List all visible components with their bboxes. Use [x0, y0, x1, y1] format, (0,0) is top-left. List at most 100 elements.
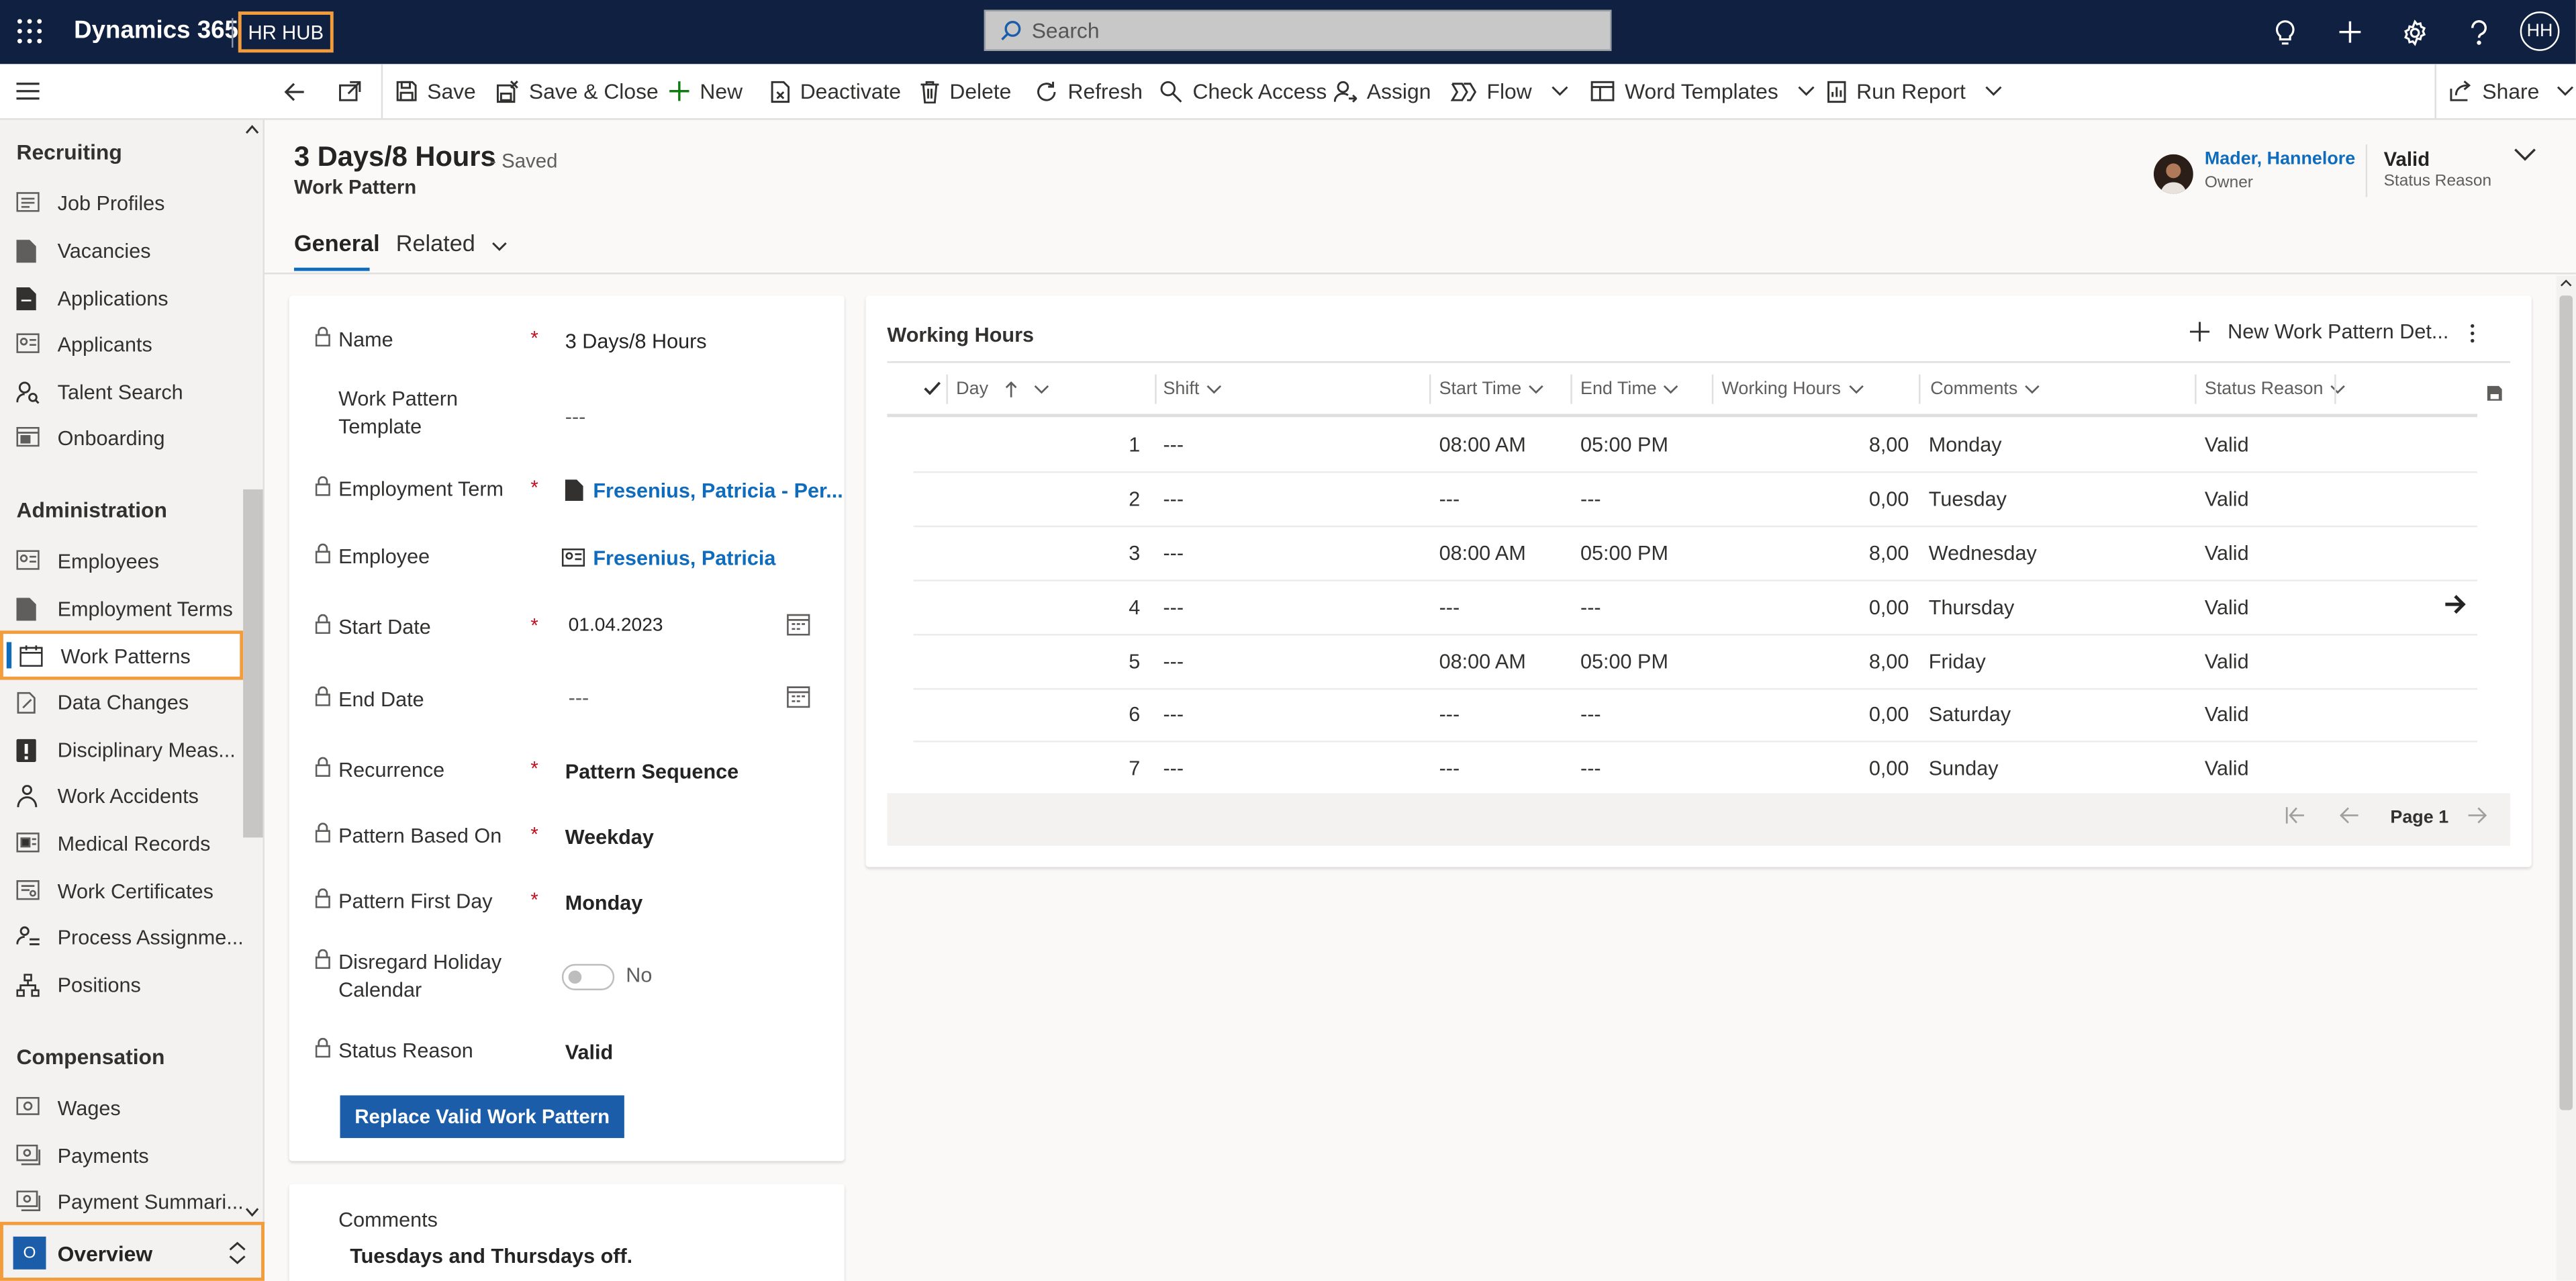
open-new-window-button[interactable] — [338, 64, 371, 118]
column-header-status-reason[interactable]: Status Reason — [2205, 379, 2346, 399]
tab-general[interactable]: General — [294, 230, 380, 256]
table-row[interactable]: 7 --- --- --- 0,00 Sunday Valid — [914, 741, 2478, 795]
column-header-day[interactable]: Day — [956, 379, 1049, 399]
sidebar-item-talent-search[interactable]: Talent Search — [0, 369, 243, 415]
scrollbar-thumb[interactable] — [2559, 295, 2573, 1110]
sidebar-scrollbar[interactable] — [243, 489, 263, 838]
owner-avatar[interactable] — [2154, 154, 2193, 194]
chevron-down-icon[interactable] — [1798, 85, 1816, 97]
sidebar-item-work-patterns[interactable]: Work Patterns — [0, 630, 244, 680]
refresh-button[interactable]: Refresh — [1035, 64, 1143, 118]
column-header-label: Working Hours — [1721, 379, 1841, 399]
sidebar-item-payments[interactable]: Payments — [0, 1133, 243, 1179]
header-expand-chevron-icon[interactable] — [2514, 148, 2536, 161]
global-search[interactable] — [984, 9, 1612, 51]
sidebar-item-wages[interactable]: Wages — [0, 1086, 243, 1131]
replace-valid-work-pattern-button[interactable]: Replace Valid Work Pattern — [340, 1095, 624, 1139]
employment-term-link[interactable]: Fresenius, Patricia - Per... — [593, 479, 843, 502]
app-launcher-icon[interactable] — [16, 18, 42, 44]
chevron-up-icon[interactable] — [245, 125, 260, 135]
sidebar-item-vacancies[interactable]: Vacancies — [0, 228, 243, 274]
sidebar-item-work-certificates[interactable]: Work Certificates — [0, 869, 243, 914]
deactivate-button[interactable]: Deactivate — [771, 64, 901, 118]
pattern-based-on-value[interactable]: Weekday — [565, 826, 654, 849]
user-avatar[interactable]: HH — [2520, 11, 2560, 51]
share-button[interactable]: Share — [2449, 64, 2575, 118]
product-name[interactable]: Dynamics 365 — [74, 16, 238, 44]
run-report-button[interactable]: Run Report — [1827, 64, 2013, 118]
recurrence-value[interactable]: Pattern Sequence — [565, 760, 738, 783]
column-header-comments[interactable]: Comments — [1930, 379, 2040, 399]
help-icon[interactable] — [2456, 0, 2502, 64]
sidebar-item-applicants[interactable]: Applicants — [0, 322, 243, 367]
first-page-icon[interactable] — [2285, 806, 2305, 824]
scroll-up-icon[interactable] — [2559, 279, 2573, 287]
flow-button[interactable]: Flow — [1450, 64, 1580, 118]
sidebar-item-label: Data Changes — [57, 691, 189, 715]
column-header-start-time[interactable]: Start Time — [1439, 379, 1545, 399]
chevron-down-icon[interactable] — [2556, 85, 2574, 97]
column-header-working-hours[interactable]: Working Hours — [1721, 379, 1864, 399]
table-row[interactable]: 1 --- 08:00 AM 05:00 PM 8,00 Monday Vali… — [913, 417, 2478, 473]
sidebar-item-disciplinary-measures[interactable]: Disciplinary Meas... — [0, 728, 243, 773]
end-date-value[interactable]: --- — [569, 686, 589, 709]
tab-related[interactable]: Related — [396, 230, 508, 256]
sidebar-item-medical-records[interactable]: Medical Records — [0, 821, 243, 867]
sidebar-item-job-profiles[interactable]: Job Profiles — [0, 181, 243, 226]
open-record-arrow-icon[interactable] — [2444, 594, 2466, 614]
delete-button[interactable]: Delete — [920, 64, 1011, 118]
sidebar-item-work-accidents[interactable]: Work Accidents — [0, 773, 243, 819]
select-all-checkmark-icon[interactable] — [923, 381, 941, 395]
disregard-holiday-toggle[interactable] — [561, 963, 615, 990]
new-work-pattern-detail-button[interactable]: New Work Pattern Det... — [2189, 320, 2448, 343]
status-reason-value[interactable]: Valid — [565, 1041, 613, 1064]
name-value[interactable]: 3 Days/8 Hours — [565, 330, 707, 353]
check-access-button[interactable]: Check Access — [1160, 64, 1327, 118]
back-button[interactable] — [284, 64, 315, 118]
chevron-down-icon[interactable] — [245, 1207, 260, 1217]
area-switcher[interactable]: O Overview — [0, 1221, 265, 1281]
main-scrollbar[interactable] — [2556, 275, 2576, 1281]
chevron-down-icon[interactable] — [1985, 85, 2003, 97]
sidebar-item-payment-summaries[interactable]: Payment Summari... — [0, 1179, 244, 1225]
column-header-shift[interactable]: Shift — [1163, 379, 1222, 399]
calendar-icon[interactable] — [787, 612, 810, 636]
table-row[interactable]: 4 --- --- --- 0,00 Thursday Valid — [913, 579, 2478, 636]
assign-button[interactable]: Assign — [1333, 64, 1431, 118]
app-title[interactable]: HR HUB — [238, 11, 334, 53]
table-row[interactable]: 2 --- --- --- 0,00 Tuesday Valid — [913, 471, 2478, 528]
gear-icon[interactable] — [2392, 0, 2438, 64]
sidebar-item-positions[interactable]: Positions — [0, 962, 243, 1008]
owner-link[interactable]: Mader, Hannelore — [2205, 150, 2355, 169]
sidebar-item-applications[interactable]: Applications — [0, 276, 243, 322]
calendar-icon[interactable] — [787, 685, 810, 708]
word-templates-button[interactable]: Word Templates — [1590, 64, 1826, 118]
sidebar-item-employees[interactable]: Employees — [0, 538, 243, 584]
sidebar-item-onboarding[interactable]: Onboarding — [0, 416, 243, 461]
site-map-toggle[interactable] — [16, 64, 49, 118]
employee-link[interactable]: Fresenius, Patricia — [593, 547, 775, 570]
search-input[interactable] — [1028, 16, 1578, 45]
comments-value[interactable]: Tuesdays and Thursdays off. — [350, 1245, 632, 1268]
pattern-first-day-value[interactable]: Monday — [565, 892, 643, 914]
required-marker: * — [530, 822, 538, 846]
sidebar-item-data-changes[interactable]: Data Changes — [0, 680, 243, 726]
start-date-value[interactable]: 01.04.2023 — [569, 616, 663, 635]
table-row[interactable]: 3 --- 08:00 AM 05:00 PM 8,00 Wednesday V… — [913, 526, 2478, 581]
more-options-icon[interactable] — [2469, 324, 2476, 343]
chevron-down-icon[interactable] — [1552, 85, 1570, 97]
previous-page-icon[interactable] — [2340, 806, 2359, 824]
save-button[interactable]: Save — [396, 64, 476, 118]
plus-icon[interactable] — [2326, 0, 2373, 64]
column-header-end-time[interactable]: End Time — [1580, 379, 1680, 399]
next-page-icon[interactable] — [2467, 806, 2487, 824]
table-row[interactable]: 5 --- 08:00 AM 05:00 PM 8,00 Friday Vali… — [913, 634, 2478, 690]
table-row[interactable]: 6 --- --- --- 0,00 Saturday Valid — [913, 686, 2478, 743]
sidebar-item-process-assignments[interactable]: Process Assignme... — [0, 914, 244, 960]
sidebar-item-employment-terms[interactable]: Employment Terms — [0, 586, 243, 632]
save-close-button[interactable]: Save & Close — [496, 64, 659, 118]
new-button[interactable]: New — [669, 64, 743, 118]
lightbulb-icon[interactable] — [2262, 0, 2309, 64]
save-icon[interactable] — [2487, 385, 2502, 401]
template-value[interactable]: --- — [565, 406, 586, 428]
